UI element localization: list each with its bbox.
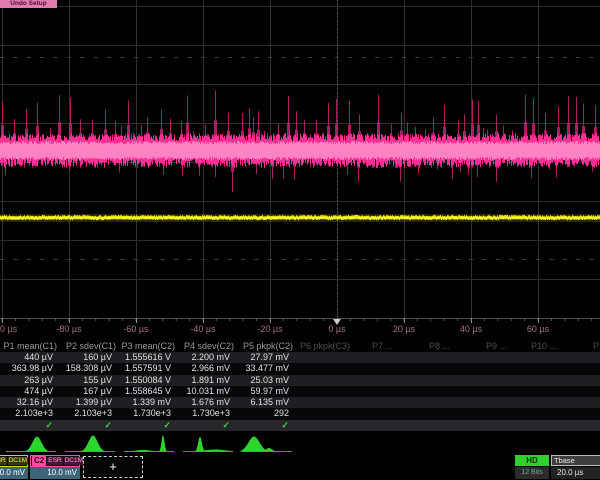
measure-cell: 1.550084 V xyxy=(118,375,177,386)
measure-cell: 1.557591 V xyxy=(118,363,177,374)
status-check-icon: ✓ xyxy=(281,420,289,430)
measure-cell: 2.103e+3 xyxy=(59,408,118,419)
measure-row-status: ✓ ✓ ✓ ✓ ✓ xyxy=(0,420,600,431)
c2-volts-per-div: 10.0 mV xyxy=(30,467,80,479)
measure-cell: 158.308 µV xyxy=(59,363,118,374)
status-check-icon: ✓ xyxy=(104,420,112,430)
status-check-icon: ✓ xyxy=(163,420,171,430)
measure-cell: 292 xyxy=(236,408,295,419)
histicon-narrow-spike[interactable] xyxy=(122,435,174,452)
histicon-bell[interactable] xyxy=(4,437,56,452)
measure-cell: 59.97 mV xyxy=(236,386,295,397)
measure-row-sdev: 32.16 µV1.399 µV1.339 mV1.676 mV6.135 mV xyxy=(0,397,600,408)
measure-cell: 2.103e+3 xyxy=(0,408,59,419)
measure-table-header: P1 mean(C1)P2 sdev(C1)P3 mean(C2)P4 sdev… xyxy=(0,340,600,352)
measure-cell: 33.477 mV xyxy=(236,363,295,374)
measure-param-header[interactable]: P4 sdev(C2) xyxy=(177,340,236,352)
measure-cell: ✓ xyxy=(59,420,118,431)
measure-cell: ✓ xyxy=(0,420,59,431)
measure-cell: 6.135 mV xyxy=(236,397,295,408)
measure-cell: 1.555616 V xyxy=(118,352,177,363)
measure-param-header[interactable]: P3 mean(C2) xyxy=(118,340,177,352)
measure-cell: 167 µV xyxy=(59,386,118,397)
measure-param-header-unused[interactable]: P11 xyxy=(593,340,600,352)
measure-cell: ✓ xyxy=(118,420,177,431)
c1-coupling-badge: DC1M xyxy=(8,457,28,465)
histicon-bell[interactable] xyxy=(63,436,115,452)
timebase-descriptor[interactable]: Tbase xyxy=(551,455,600,466)
time-axis-label: -20 µs xyxy=(257,324,283,334)
measure-param-header-unused[interactable]: P10 ... xyxy=(531,340,557,352)
time-axis-label: 20 µs xyxy=(393,324,416,334)
measure-cell: 2.966 mV xyxy=(177,363,236,374)
measure-param-header[interactable]: P2 sdev(C1) xyxy=(59,340,118,352)
measure-cell: 160 µV xyxy=(59,352,118,363)
measure-table: P1 mean(C1)P2 sdev(C1)P3 mean(C2)P4 sdev… xyxy=(0,340,600,431)
measure-row-mean: 363.98 µV158.308 µV1.557591 V2.966 mV33.… xyxy=(0,363,600,374)
measure-cell: 1.399 µV xyxy=(59,397,118,408)
time-axis-label: 0 µs xyxy=(328,324,346,334)
add-trace-button[interactable]: + xyxy=(83,456,143,478)
measure-param-header-unused[interactable]: P6 pkpk(C3) xyxy=(300,340,350,352)
measure-cell: 1.676 mV xyxy=(177,397,236,408)
measure-cell: 1.339 mV xyxy=(118,397,177,408)
measure-cell: 1.730e+3 xyxy=(177,408,236,419)
measure-param-header-unused[interactable]: P7 ... xyxy=(372,340,393,352)
undo-setup-button[interactable]: Undo Setup xyxy=(0,0,57,8)
measure-cell: ✓ xyxy=(236,420,295,431)
measure-cell: 27.97 mV xyxy=(236,352,295,363)
measure-param-header[interactable]: P1 mean(C1) xyxy=(0,340,59,352)
measure-param-header-unused[interactable]: P9 ... xyxy=(486,340,507,352)
measure-cell: 1.730e+3 xyxy=(118,408,177,419)
channel-c1-descriptor[interactable]: C1 ESR DC1M 10.0 mV xyxy=(0,455,28,479)
hd-mode-badge[interactable]: HD xyxy=(515,455,549,466)
time-axis-label: -80 µs xyxy=(56,324,82,334)
time-axis-label: 40 µs xyxy=(460,324,483,334)
c2-label: C2 xyxy=(32,456,46,466)
waveform-grid: -100 µs -80 µs -60 µs -40 µs -20 µs 0 µs 20 µs… xyxy=(0,0,600,336)
c2-coupling-badge: DC1M xyxy=(64,457,84,465)
status-check-icon: ✓ xyxy=(222,420,230,430)
measure-param-header-unused[interactable]: P8 ... xyxy=(429,340,450,352)
c1-esr-badge: ESR xyxy=(0,457,7,465)
measure-histicons xyxy=(0,431,600,455)
measure-cell: 263 µV xyxy=(0,375,59,386)
measure-cell: 1.558645 V xyxy=(118,386,177,397)
measure-row-num: 2.103e+32.103e+31.730e+31.730e+3292 xyxy=(0,408,600,419)
measure-cell: 363.98 µV xyxy=(0,363,59,374)
measure-cell: 2.200 mV xyxy=(177,352,236,363)
time-axis-label: -60 µs xyxy=(123,324,149,334)
time-axis-label: 60 µs xyxy=(527,324,550,334)
time-axis-label: -40 µs xyxy=(190,324,216,334)
measure-cell: 440 µV xyxy=(0,352,59,363)
channel-c2-descriptor[interactable]: C2 ESR DC1M 10.0 mV xyxy=(30,455,80,479)
hd-bits-label: 12 Bits xyxy=(515,467,549,479)
plus-icon: + xyxy=(109,459,117,474)
measure-cell: 25.03 mV xyxy=(236,375,295,386)
measure-row-min: 263 µV155 µV1.550084 V1.891 mV25.03 mV xyxy=(0,375,600,386)
measure-row-max: 474 µV167 µV1.558645 V10.031 mV59.97 mV xyxy=(0,386,600,397)
timebase-value: 20.0 µs xyxy=(551,467,600,479)
oscilloscope-screen: -100 µs -80 µs -60 µs -40 µs -20 µs 0 µs 20 µs… xyxy=(0,0,600,480)
histicon-spike-with-tail[interactable] xyxy=(181,437,233,452)
measure-cell: 10.031 mV xyxy=(177,386,236,397)
time-axis-label: -100 µs xyxy=(0,324,18,334)
c2-esr-badge: ESR xyxy=(47,457,62,465)
measure-cell: 474 µV xyxy=(0,386,59,397)
measure-row-value: 440 µV160 µV1.555616 V2.200 mV27.97 mV xyxy=(0,352,600,363)
c1-volts-per-div: 10.0 mV xyxy=(0,467,28,479)
measure-param-header[interactable]: P5 pkpk(C2) xyxy=(236,340,295,352)
status-check-icon: ✓ xyxy=(45,420,53,430)
measure-cell: 1.891 mV xyxy=(177,375,236,386)
measure-cell: 32.16 µV xyxy=(0,397,59,408)
measure-cell: 155 µV xyxy=(59,375,118,386)
c1-waveform-core xyxy=(0,217,600,219)
histicon-wide-bell[interactable] xyxy=(240,437,292,452)
measure-cell: ✓ xyxy=(177,420,236,431)
